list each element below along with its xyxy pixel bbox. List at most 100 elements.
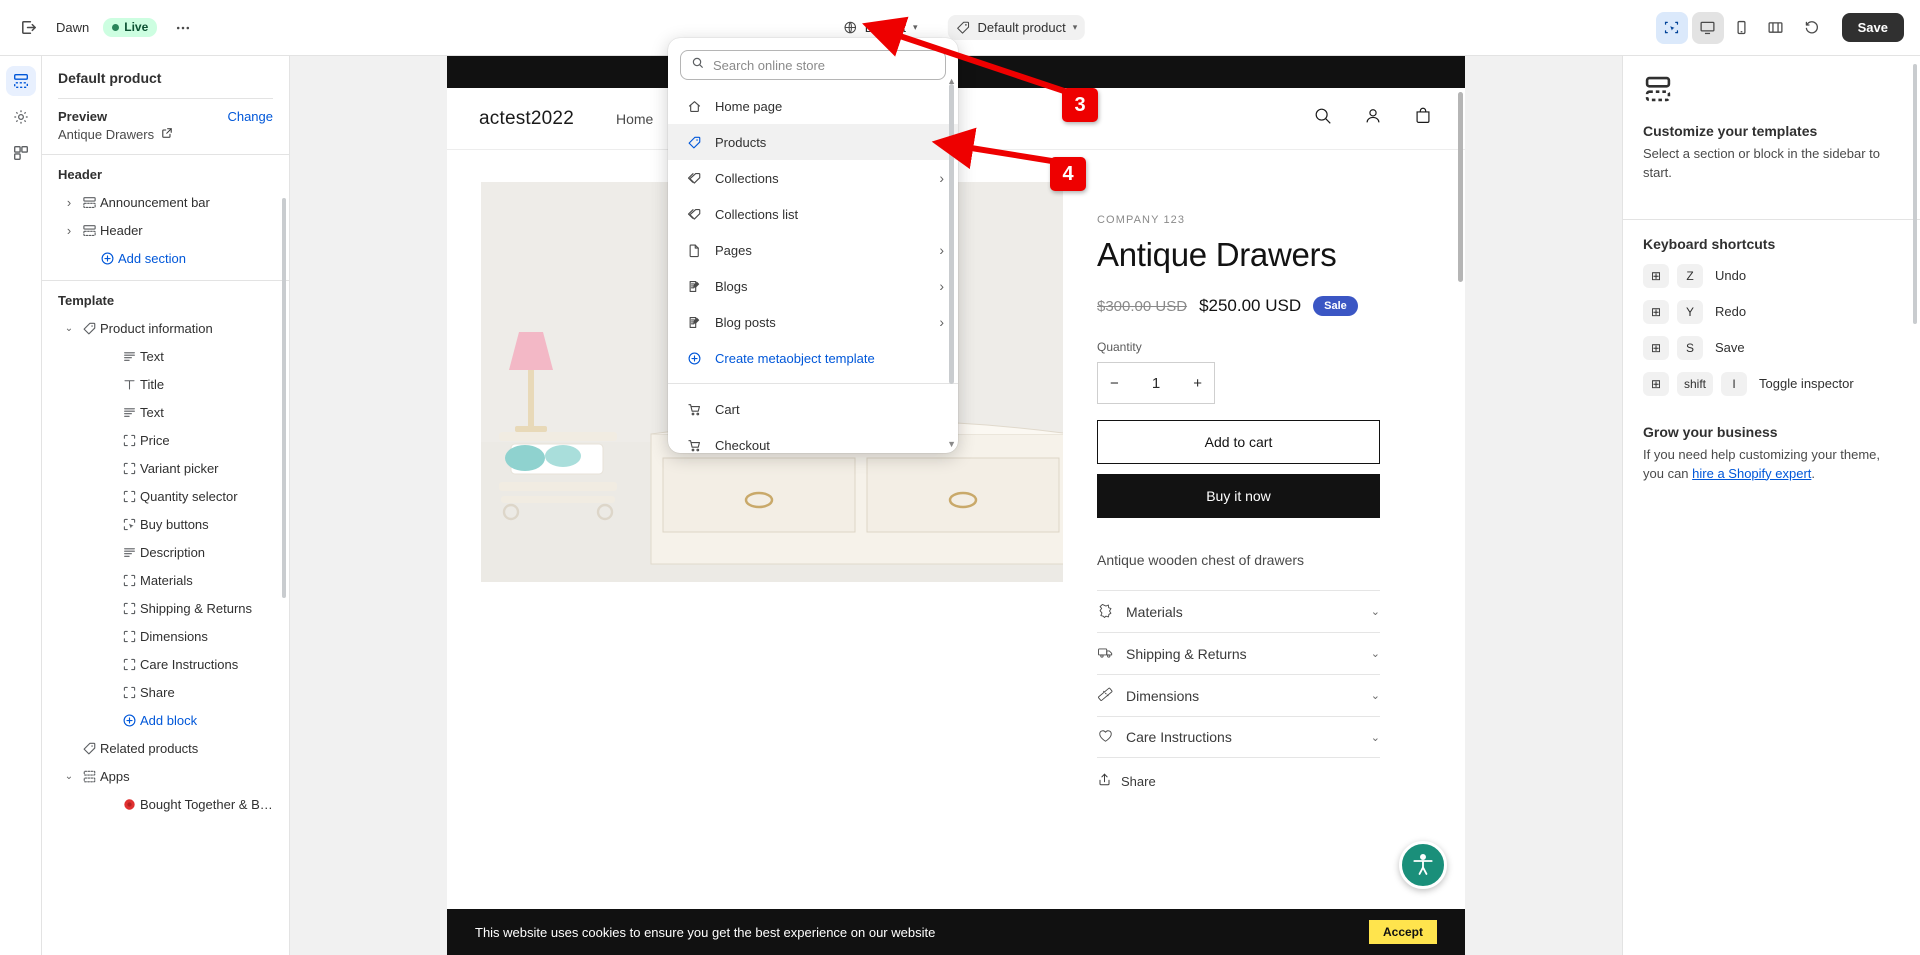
cookie-accept-button[interactable]: Accept bbox=[1368, 920, 1437, 944]
dropdown-item-pages[interactable]: Pages › bbox=[668, 232, 958, 268]
store-logo[interactable]: actest2022 bbox=[479, 108, 574, 130]
chevron-right-icon[interactable]: › bbox=[939, 278, 944, 294]
dropdown-item-collections-list[interactable]: Collections list bbox=[668, 196, 958, 232]
chevron-right-icon[interactable]: › bbox=[939, 134, 944, 150]
accessibility-widget-icon[interactable] bbox=[1399, 841, 1447, 889]
buy-it-now-button[interactable]: Buy it now bbox=[1097, 474, 1380, 518]
chevron-right-icon[interactable]: › bbox=[60, 223, 78, 238]
sidebar-item-materials[interactable]: Materials bbox=[42, 566, 289, 594]
product-title[interactable]: Antique Drawers bbox=[1097, 236, 1431, 274]
sidebar-item-buy-buttons[interactable]: Buy buttons bbox=[42, 510, 289, 538]
sidebar-item-shipping-returns[interactable]: Shipping & Returns bbox=[42, 594, 289, 622]
save-button[interactable]: Save bbox=[1841, 13, 1904, 42]
share-row[interactable]: Share bbox=[1097, 772, 1431, 790]
hire-shopify-expert-link[interactable]: hire a Shopify expert bbox=[1692, 466, 1811, 481]
preview-value-row[interactable]: Antique Drawers bbox=[58, 127, 273, 142]
sidebar-item-product-information[interactable]: ⌄ Product information bbox=[42, 314, 289, 342]
search-online-store-field[interactable] bbox=[680, 50, 946, 80]
sidebar-item-add-section[interactable]: Add section bbox=[42, 244, 289, 272]
shortcut-key: ⊞ bbox=[1643, 299, 1669, 324]
sidebar-scrollbar[interactable] bbox=[282, 198, 286, 598]
dropdown-item-cart[interactable]: Cart bbox=[668, 391, 958, 427]
sections-rail-icon[interactable] bbox=[5, 66, 36, 96]
sidebar-item-quantity-selector[interactable]: Quantity selector bbox=[42, 482, 289, 510]
dropdown-scrollbar[interactable] bbox=[949, 84, 954, 384]
search-input[interactable] bbox=[713, 57, 935, 73]
change-preview-link[interactable]: Change bbox=[227, 109, 273, 124]
fullscreen-view-icon[interactable] bbox=[1760, 12, 1792, 44]
chevron-down-icon[interactable]: ⌄ bbox=[1371, 689, 1380, 702]
live-dot-icon bbox=[112, 23, 120, 31]
sidebar-item-price[interactable]: Price bbox=[42, 426, 289, 454]
sidebar-item-apps[interactable]: ⌄ Apps bbox=[42, 762, 289, 790]
right-panel-scrollbar[interactable] bbox=[1913, 64, 1917, 324]
mobile-view-icon[interactable] bbox=[1726, 12, 1758, 44]
sidebar-item-announcement-bar[interactable]: › Announcement bar bbox=[42, 188, 289, 216]
accordion-materials[interactable]: Materials ⌄ bbox=[1097, 590, 1380, 632]
right-panel: Customize your templates Select a sectio… bbox=[1622, 56, 1920, 955]
sidebar-item-share[interactable]: Share bbox=[42, 678, 289, 706]
accordion-care-instructions[interactable]: Care Instructions ⌄ bbox=[1097, 716, 1380, 758]
inspector-toggle-icon[interactable] bbox=[1655, 11, 1688, 44]
chevron-down-icon[interactable]: ⌄ bbox=[1371, 605, 1380, 618]
sidebar-item-label: Title bbox=[140, 376, 165, 392]
dropdown-item-blogs[interactable]: Blogs › bbox=[668, 268, 958, 304]
grow-title: Grow your business bbox=[1643, 423, 1778, 440]
sidebar-item-dimensions[interactable]: Dimensions bbox=[42, 622, 289, 650]
accordion-shipping-returns[interactable]: Shipping & Returns ⌄ bbox=[1097, 632, 1380, 674]
grow-text-after: . bbox=[1811, 465, 1816, 481]
shortcut-key: S bbox=[1677, 335, 1703, 360]
chevron-down-icon[interactable]: ⌄ bbox=[1371, 731, 1380, 744]
accordion-dimensions[interactable]: Dimensions ⌄ bbox=[1097, 674, 1380, 716]
dropdown-item-blog-posts[interactable]: Blog posts › bbox=[668, 304, 958, 340]
sidebar-item-description[interactable]: Description bbox=[42, 538, 289, 566]
chevron-down-icon[interactable]: ⌄ bbox=[60, 323, 78, 334]
storefront-nav-home[interactable]: Home bbox=[616, 111, 653, 127]
template-selector[interactable]: Default product ▾ bbox=[947, 15, 1086, 40]
add-to-cart-button[interactable]: Add to cart bbox=[1097, 420, 1380, 464]
scroll-down-icon[interactable]: ▼ bbox=[947, 439, 956, 449]
chevron-right-icon[interactable]: › bbox=[939, 242, 944, 258]
quantity-stepper[interactable]: − 1 + bbox=[1097, 362, 1215, 404]
chevron-down-icon[interactable]: ⌄ bbox=[1371, 647, 1380, 660]
apps-rail-icon[interactable] bbox=[6, 138, 36, 168]
sidebar-item-related-products[interactable]: Related products bbox=[42, 734, 289, 762]
chevron-right-icon[interactable]: › bbox=[60, 195, 78, 210]
cart-icon[interactable] bbox=[1413, 106, 1433, 131]
account-icon[interactable] bbox=[1363, 106, 1383, 131]
dropdown-item-checkout[interactable]: Checkout bbox=[668, 427, 958, 453]
settings-rail-icon[interactable] bbox=[6, 102, 36, 132]
chevron-right-icon[interactable]: › bbox=[939, 314, 944, 330]
sidebar-item-label: Share bbox=[140, 684, 175, 700]
external-link-icon[interactable] bbox=[161, 127, 173, 142]
sidebar-item-header[interactable]: › Header bbox=[42, 216, 289, 244]
quantity-value[interactable]: 1 bbox=[1152, 375, 1160, 392]
quantity-increase-button[interactable]: + bbox=[1193, 375, 1202, 392]
chevron-right-icon[interactable]: › bbox=[939, 170, 944, 186]
annotation-number-3: 3 bbox=[1062, 88, 1098, 122]
price-sale: $250.00 USD bbox=[1199, 296, 1302, 315]
undo-icon[interactable] bbox=[1796, 12, 1828, 44]
sidebar-item-title[interactable]: Title bbox=[42, 370, 289, 398]
search-icon[interactable] bbox=[1313, 106, 1333, 131]
chevron-down-icon[interactable]: ⌄ bbox=[60, 771, 78, 782]
more-options-icon[interactable] bbox=[167, 12, 199, 44]
plus-circle-icon bbox=[96, 251, 118, 266]
dropdown-item-collections[interactable]: Collections › bbox=[668, 160, 958, 196]
locale-selector[interactable]: Default ▾ bbox=[835, 15, 926, 40]
sidebar-item-text[interactable]: Text bbox=[42, 342, 289, 370]
desktop-view-icon[interactable] bbox=[1691, 11, 1724, 44]
sidebar-item-variant-picker[interactable]: Variant picker bbox=[42, 454, 289, 482]
exit-icon[interactable] bbox=[12, 12, 44, 44]
sidebar-item-care-instructions[interactable]: Care Instructions bbox=[42, 650, 289, 678]
sidebar-item-add-block[interactable]: Add block bbox=[42, 706, 289, 734]
sidebar-item-bought-together-bundles[interactable]: Bought Together & Bundles bbox=[42, 790, 289, 818]
sidebar-item-text[interactable]: Text bbox=[42, 398, 289, 426]
quantity-decrease-button[interactable]: − bbox=[1110, 375, 1119, 392]
dropdown-item-create-metaobject-template[interactable]: Create metaobject template bbox=[668, 340, 958, 376]
dropdown-item-products[interactable]: Products › bbox=[668, 124, 958, 160]
block-icon bbox=[118, 685, 140, 700]
sidebar-header: Default product bbox=[42, 56, 289, 99]
preview-scrollbar[interactable] bbox=[1458, 92, 1463, 282]
dropdown-item-home-page[interactable]: Home page bbox=[668, 88, 958, 124]
